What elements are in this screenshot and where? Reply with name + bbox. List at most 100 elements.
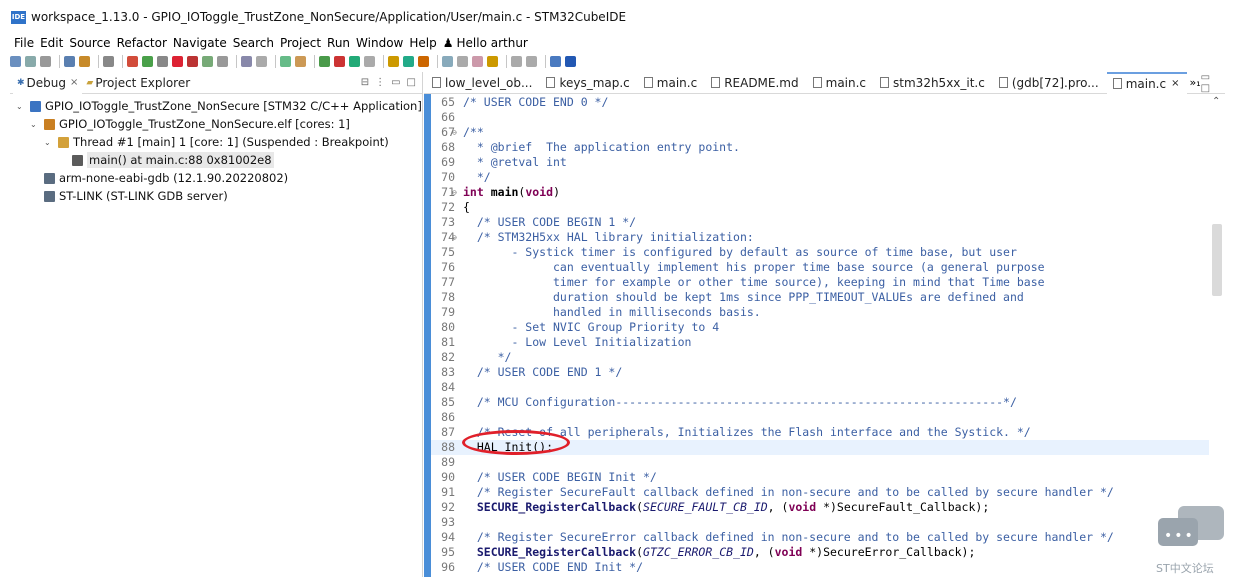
editor-tab[interactable]: (gdb[72].pro... (993, 72, 1107, 94)
menu-item-run[interactable]: Run (327, 36, 350, 50)
toolbar-button-icon[interactable] (157, 55, 168, 67)
toolbar-button-icon[interactable] (319, 55, 330, 67)
toolbar-button-icon[interactable] (103, 55, 114, 67)
toolbar-button-icon[interactable] (364, 55, 375, 67)
menu-item-project[interactable]: Project (280, 36, 321, 50)
minimize-icon[interactable]: ▭ (391, 77, 400, 88)
menu-item-navigate[interactable]: Navigate (173, 36, 227, 50)
toolbar-button-icon[interactable] (25, 55, 36, 67)
code-line[interactable]: 73 /* USER CODE BEGIN 1 */ (431, 215, 1209, 230)
editor-tab[interactable]: stm32h5xx_it.c (874, 72, 993, 94)
editor-tab[interactable]: main.c (638, 72, 705, 94)
editor-tab[interactable]: main.c (807, 72, 874, 94)
toolbar-button-icon[interactable] (280, 55, 291, 67)
editor-tab[interactable]: README.md (705, 72, 806, 94)
chevron-down-icon[interactable]: ⌄ (16, 102, 26, 111)
tree-item[interactable]: arm-none-eabi-gdb (12.1.90.20220802) (30, 169, 288, 187)
maximize-icon[interactable]: □ (407, 77, 416, 88)
view-menu-icon[interactable]: ⋮ (375, 77, 385, 88)
toolbar-button-icon[interactable] (202, 55, 213, 67)
toolbar-button-icon[interactable] (127, 55, 138, 67)
code-line[interactable]: 71 ⊖ int main(void) (431, 185, 1209, 200)
menu-item-source[interactable]: Source (69, 36, 110, 50)
toolbar-button-icon[interactable] (472, 55, 483, 67)
tree-item[interactable]: main() at main.c:88 0x81002e8 (58, 151, 274, 169)
code-line[interactable]: 78 duration should be kept 1ms since PPP… (431, 290, 1209, 305)
toolbar-button-icon[interactable] (526, 55, 537, 67)
editor-minimize-maximize-icon[interactable]: ▭ □ (1201, 72, 1225, 94)
code-line[interactable]: 81 - Low Level Initialization (431, 335, 1209, 350)
toolbar-button-icon[interactable] (241, 55, 252, 67)
code-line[interactable]: 65 /* USER CODE END 0 */ (431, 95, 1209, 110)
collapse-all-icon[interactable]: ⊟ (361, 77, 369, 88)
tab-debug[interactable]: ✱ Debug × (13, 71, 83, 94)
code-line[interactable]: 94 /* Register SecureError callback defi… (431, 530, 1209, 545)
toolbar-button-icon[interactable] (142, 55, 153, 67)
code-line[interactable]: 95 SECURE_RegisterCallback(GTZC_ERROR_CB… (431, 545, 1209, 560)
close-icon[interactable]: × (70, 77, 78, 88)
toolbar-button-icon[interactable] (487, 55, 498, 67)
fold-icon[interactable]: ⊖ (452, 230, 457, 245)
code-line[interactable]: 89 (431, 455, 1209, 470)
breakpoint-ruler[interactable] (424, 94, 431, 577)
code-line[interactable]: 66 (431, 110, 1209, 125)
code-line[interactable]: 77 timer for example or other time sourc… (431, 275, 1209, 290)
toolbar-button-icon[interactable] (457, 55, 468, 67)
code-line[interactable]: 79 handled in milliseconds basis. (431, 305, 1209, 320)
code-line[interactable]: 70 */ (431, 170, 1209, 185)
code-line[interactable]: 69 * @retval int (431, 155, 1209, 170)
code-line[interactable]: 85 /* MCU Configuration-----------------… (431, 395, 1209, 410)
code-line[interactable]: 84 (431, 380, 1209, 395)
editor-tab[interactable]: low_level_ob... (426, 72, 540, 94)
chevron-down-icon[interactable]: ⌄ (30, 120, 40, 129)
menu-item-help[interactable]: Help (409, 36, 436, 50)
toolbar-button-icon[interactable] (349, 55, 360, 67)
close-icon[interactable]: × (1171, 78, 1179, 89)
toolbar-button-icon[interactable] (403, 55, 414, 67)
menu-item-edit[interactable]: Edit (40, 36, 63, 50)
toolbar-button-icon[interactable] (418, 55, 429, 67)
toolbar-button-icon[interactable] (388, 55, 399, 67)
toolbar-button-icon[interactable] (565, 55, 576, 67)
toolbar-button-icon[interactable] (442, 55, 453, 67)
tree-item[interactable]: ⌄ Thread #1 [main] 1 [core: 1] (Suspended… (44, 133, 389, 151)
toolbar-button-icon[interactable] (334, 55, 345, 67)
code-line[interactable]: 83 /* USER CODE END 1 */ (431, 365, 1209, 380)
tree-item[interactable]: ⌄ GPIO_IOToggle_TrustZone_NonSecure.elf [… (30, 115, 350, 133)
code-line[interactable]: 75 - Systick timer is configured by defa… (431, 245, 1209, 260)
code-line[interactable]: 93 (431, 515, 1209, 530)
menu-item-file[interactable]: File (14, 36, 34, 50)
menu-item-refactor[interactable]: Refactor (117, 36, 167, 50)
code-line[interactable]: 80 - Set NVIC Group Priority to 4 (431, 320, 1209, 335)
fold-icon[interactable]: ⊖ (452, 185, 457, 200)
menu-item-window[interactable]: Window (356, 36, 403, 50)
toolbar-button-icon[interactable] (217, 55, 228, 67)
code-line[interactable]: 67 ⊖ /** (431, 125, 1209, 140)
code-line[interactable]: 87 /* Reset of all peripherals, Initiali… (431, 425, 1209, 440)
code-line[interactable]: 72 { (431, 200, 1209, 215)
toolbar-button-icon[interactable] (187, 55, 198, 67)
code-line[interactable]: 91 /* Register SecureFault callback defi… (431, 485, 1209, 500)
scroll-up-icon[interactable]: ⌃ (1212, 96, 1220, 107)
toolbar-button-icon[interactable] (64, 55, 75, 67)
fold-icon[interactable]: ⊖ (452, 125, 457, 140)
code-line[interactable]: 96 /* USER CODE END Init */ (431, 560, 1209, 575)
tab-project-explorer[interactable]: ▰ Project Explorer (82, 72, 194, 94)
toolbar-button-icon[interactable] (511, 55, 522, 67)
toolbar-button-icon[interactable] (295, 55, 306, 67)
code-line[interactable]: 88 HAL_Init(); (431, 440, 1209, 455)
code-line[interactable]: 74 ⊖ /* STM32H5xx HAL library initializat… (431, 230, 1209, 245)
toolbar-button-icon[interactable] (10, 55, 21, 67)
editor-tab[interactable]: keys_map.c (540, 72, 637, 94)
scroll-thumb[interactable] (1212, 224, 1222, 296)
toolbar-button-icon[interactable] (550, 55, 561, 67)
code-line[interactable]: 92 SECURE_RegisterCallback(SECURE_FAULT_… (431, 500, 1209, 515)
tree-item[interactable]: ST-LINK (ST-LINK GDB server) (30, 187, 228, 205)
more-tabs-icon[interactable]: »₁ (1189, 76, 1200, 89)
user-greeting[interactable]: Hello arthur (457, 36, 528, 50)
tree-item[interactable]: ⌄ GPIO_IOToggle_TrustZone_NonSecure [STM3… (16, 97, 422, 115)
chevron-down-icon[interactable]: ⌄ (44, 138, 54, 147)
code-line[interactable]: 82 */ (431, 350, 1209, 365)
code-editor[interactable]: 65/* USER CODE END 0 */66 67 ⊖/** 68 * @bri… (424, 94, 1225, 577)
editor-tab[interactable]: main.c × (1106, 71, 1188, 94)
